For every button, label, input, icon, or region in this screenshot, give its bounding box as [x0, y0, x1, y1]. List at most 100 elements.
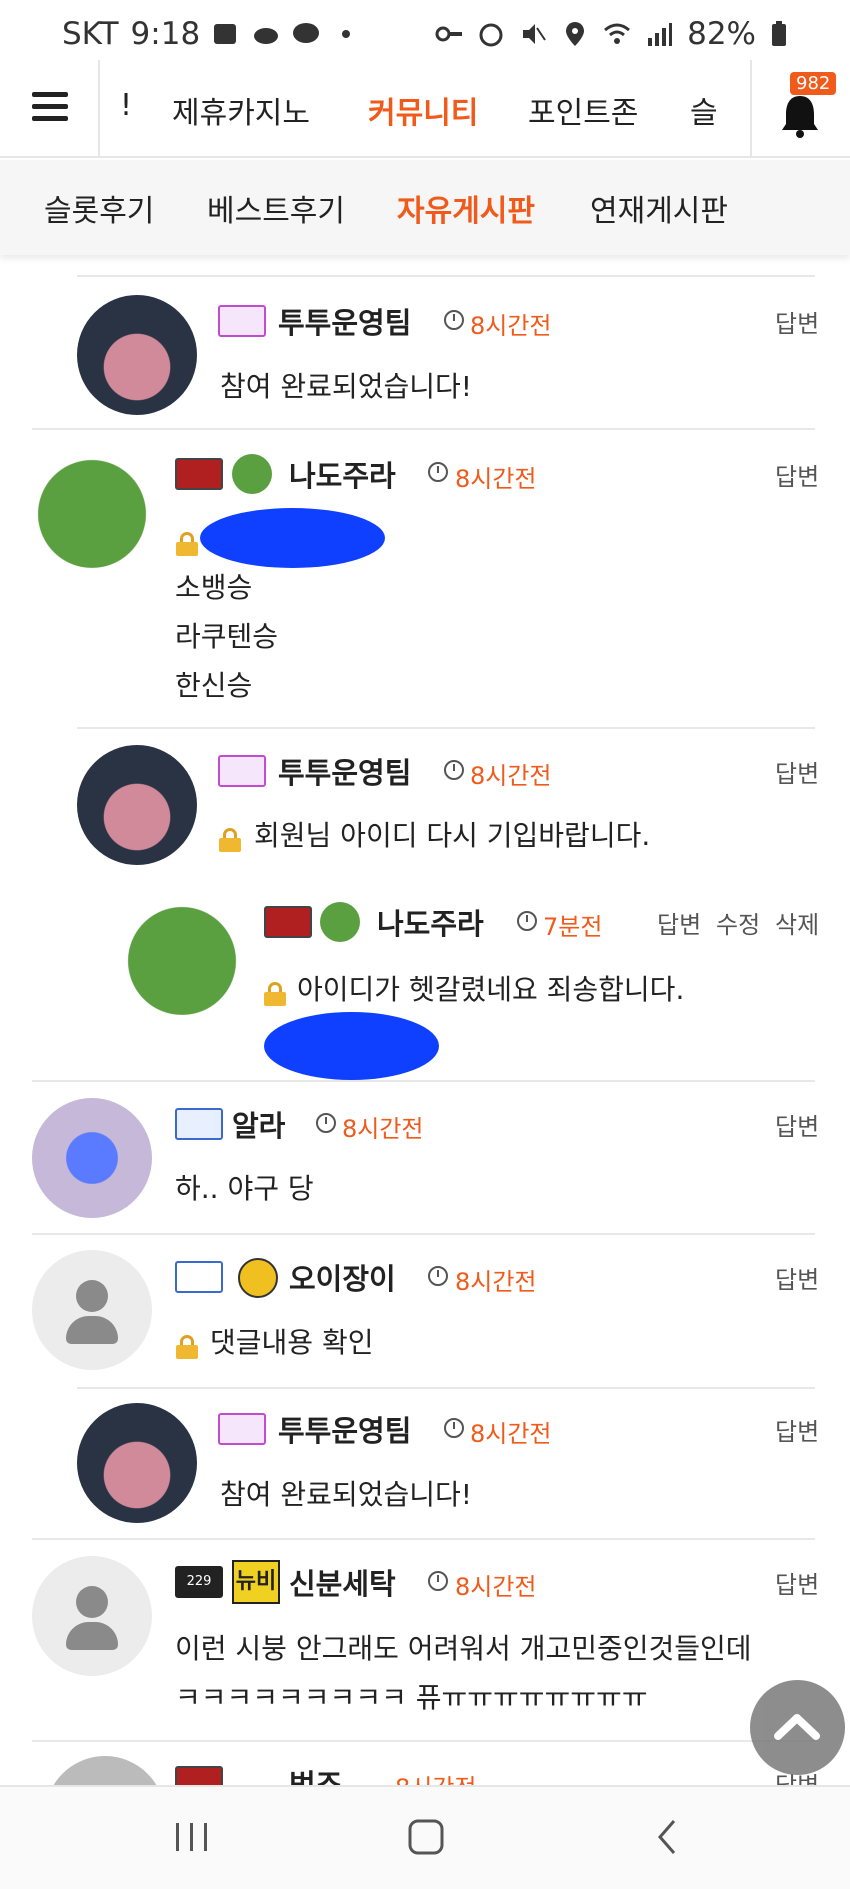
comment-time: 8시간전 [455, 1573, 537, 1601]
author-name[interactable]: 투투운영팀 [278, 750, 411, 792]
comment-line: 이런 시붕 안그래도 어려워서 개고민중인것들인데 [175, 1632, 752, 1665]
avatar [32, 1250, 152, 1370]
level-badge [175, 458, 223, 490]
reply-button[interactable]: 답변 [775, 1565, 819, 1600]
level-badge [175, 1108, 223, 1140]
reply-button[interactable]: 답변 [775, 457, 819, 492]
frog-emoji-icon [320, 902, 360, 942]
menu-icon[interactable] [32, 92, 68, 122]
nav-tabs: ! 제휴카지노 커뮤니티 포인트존 슬 [100, 60, 750, 158]
comment-text: 회원님 아이디 다시 기입바랍니다. [254, 819, 651, 852]
frog-emoji-icon [232, 454, 272, 494]
subnav-tab-free-board[interactable]: 자유게시판 [397, 186, 535, 230]
level-badge: 229 [175, 1566, 223, 1598]
redaction-mark [264, 1012, 439, 1080]
wifi-icon [603, 20, 631, 48]
level-badge [264, 906, 312, 938]
nav-tab-point-zone[interactable]: 포인트존 [528, 88, 638, 132]
reply-button[interactable]: 답변 [775, 1107, 819, 1142]
comment-text: 댓글내용 확인 [210, 1326, 374, 1359]
nav-tab-0[interactable]: ! [120, 88, 132, 123]
top-nav: ! 제휴카지노 커뮤니티 포인트존 슬 982 [0, 60, 850, 158]
clock-icon [316, 1113, 336, 1133]
carrier-label: SKT [62, 16, 119, 52]
reply-button[interactable]: 답변 [657, 905, 701, 940]
author-name[interactable]: 신분세탁 [289, 1561, 396, 1603]
clock-icon [428, 462, 448, 482]
comment-time: 8시간전 [342, 1115, 424, 1143]
author-name[interactable]: 나도주라 [289, 453, 396, 495]
location-icon [561, 20, 589, 48]
chevron-up-icon [774, 1714, 820, 1740]
subnav-tab-best-review[interactable]: 베스트후기 [207, 186, 345, 230]
author-name[interactable]: 투투운영팀 [278, 1408, 411, 1450]
talk-icon [292, 20, 320, 48]
gallery-icon [212, 20, 240, 48]
avatar [122, 895, 242, 1015]
divider [77, 1387, 815, 1389]
divider [77, 727, 815, 729]
alarm-icon [477, 20, 505, 48]
newbie-badge: 뉴비 [232, 1560, 280, 1604]
divider [32, 428, 815, 430]
avatar [32, 1556, 152, 1676]
battery-icon [770, 20, 798, 48]
comment-line: 소뱅승 [175, 571, 253, 604]
divider [77, 275, 815, 277]
redaction-mark [200, 508, 385, 568]
reply-button[interactable]: 답변 [775, 754, 819, 789]
comment-text: 참여 완료되었습니다! [220, 370, 472, 403]
subnav-tab-serial-board[interactable]: 연재게시판 [590, 186, 728, 230]
lock-icon [219, 828, 241, 852]
reply-button[interactable]: 답변 [775, 1260, 819, 1295]
status-left: SKT 9:18 [62, 16, 360, 52]
comment-line: 라쿠텐승 [175, 620, 279, 653]
recent-apps-icon[interactable] [172, 1817, 212, 1857]
divider [32, 1080, 815, 1082]
cloud-icon [252, 20, 280, 48]
reply-button[interactable]: 답변 [775, 304, 819, 339]
sub-nav: 슬롯후기 베스트후기 자유게시판 연재게시판 [0, 160, 850, 255]
comment-time: 8시간전 [455, 1268, 537, 1296]
comment-time: 7분전 [543, 913, 603, 941]
comment-line: ㅋㅋㅋㅋㅋㅋㅋㅋㅋ 퓨ㅠㅠㅠㅠㅠㅠㅠㅠ [175, 1681, 648, 1714]
comment-text: 아이디가 헷갈렸네요 죄송합니다. [297, 973, 685, 1006]
avatar [32, 448, 152, 568]
author-name[interactable]: 투투운영팀 [278, 300, 411, 342]
nav-tab-affiliate-casino[interactable]: 제휴카지노 [172, 88, 310, 132]
bell-icon[interactable] [778, 92, 822, 138]
nav-tab-slot[interactable]: 슬 [690, 88, 718, 132]
avatar [32, 1098, 152, 1218]
lock-icon [176, 532, 198, 556]
clock-icon [444, 760, 464, 780]
clock-label: 9:18 [130, 16, 201, 52]
comment-text: 참여 완료되었습니다! [220, 1478, 472, 1511]
comment-time: 8시간전 [470, 1420, 552, 1448]
level-badge [218, 305, 266, 337]
back-icon[interactable] [648, 1817, 688, 1857]
avatar [77, 295, 197, 415]
key-icon [435, 20, 463, 48]
clock-icon [428, 1571, 448, 1591]
mute-icon [519, 20, 547, 48]
nav-tab-community[interactable]: 커뮤니티 [368, 88, 478, 132]
signal-icon [645, 20, 673, 48]
lock-icon [264, 982, 286, 1006]
comment-time: 8시간전 [470, 762, 552, 790]
nav-divider [750, 60, 752, 158]
delete-button[interactable]: 삭제 [775, 905, 819, 940]
author-name[interactable]: 나도주라 [377, 901, 484, 943]
edit-button[interactable]: 수정 [716, 905, 760, 940]
reply-button[interactable]: 답변 [775, 1412, 819, 1447]
divider [32, 1538, 815, 1540]
home-icon[interactable] [406, 1817, 446, 1857]
author-name[interactable]: 오이장이 [289, 1256, 396, 1298]
divider [32, 1740, 815, 1742]
lock-icon [176, 1335, 198, 1359]
scroll-top-button[interactable] [750, 1680, 845, 1775]
author-name[interactable]: 알라 [232, 1103, 285, 1145]
subnav-tab-slot-review[interactable]: 슬롯후기 [44, 186, 154, 230]
dot-icon [332, 20, 360, 48]
divider [32, 1233, 815, 1235]
battery-label: 82% [687, 16, 756, 52]
